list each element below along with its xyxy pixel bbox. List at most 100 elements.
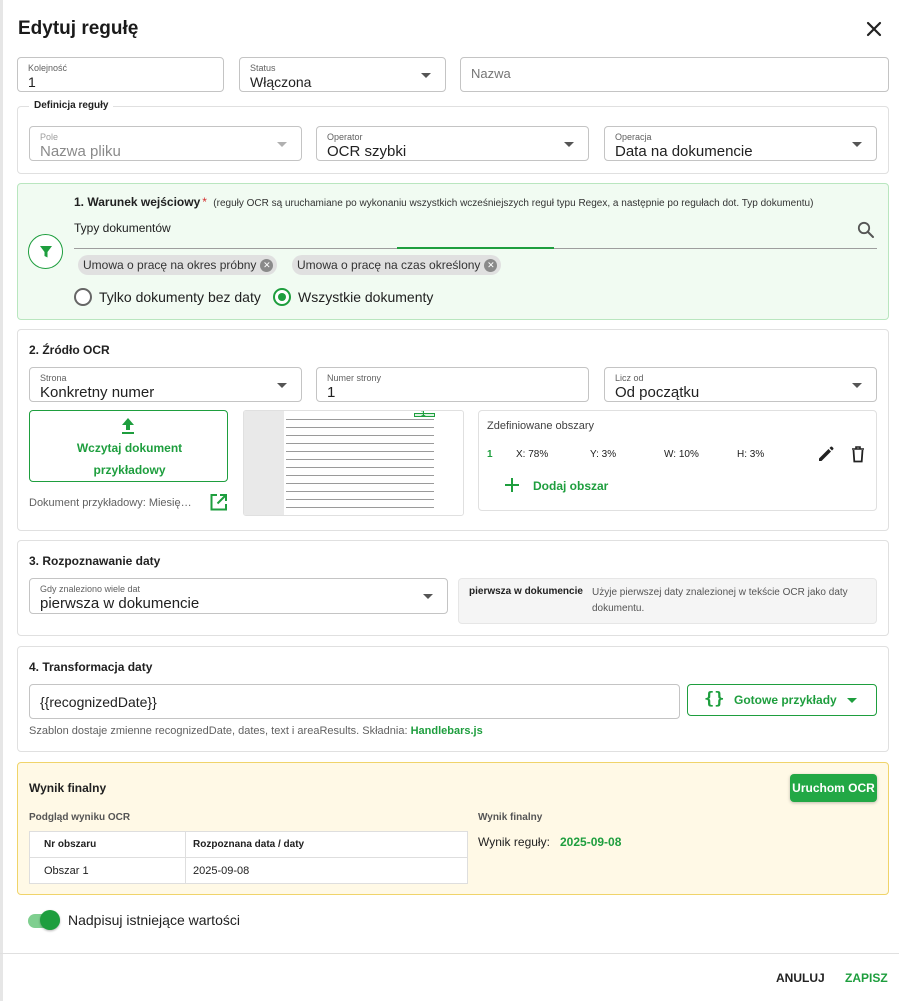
rule-result-label: Wynik reguły:: [478, 835, 550, 849]
definition-legend: Definicja reguły: [29, 100, 114, 111]
overwrite-switch[interactable]: [28, 910, 62, 930]
cancel-button[interactable]: ANULUJ: [776, 971, 825, 985]
chevron-down-icon: [847, 698, 857, 703]
chevron-down-icon: [852, 383, 862, 388]
ready-examples-button[interactable]: {} Gotowe przykłady: [687, 684, 877, 716]
radio-only-without-date[interactable]: [74, 288, 92, 306]
preview-area-marker: 1: [421, 410, 426, 418]
status-label: Status: [250, 63, 276, 73]
field-value: Nazwa pliku: [40, 143, 121, 160]
document-preview[interactable]: 1: [243, 410, 464, 516]
chevron-down-icon: [421, 73, 431, 78]
chevron-down-icon: [423, 594, 433, 599]
handlebars-link[interactable]: Handlebars.js: [411, 725, 483, 737]
preview-text-lines: [286, 419, 434, 509]
preview-margin: [244, 411, 284, 515]
page-number-input[interactable]: Numer strony 1: [316, 367, 589, 402]
multiple-dates-label: Gdy znaleziono wiele dat: [40, 584, 141, 594]
add-area-button[interactable]: Dodaj obszar: [533, 479, 608, 493]
count-from-value: Od początku: [615, 384, 700, 401]
document-types-focus-line: [397, 247, 554, 249]
chip-document-type[interactable]: Umowa o pracę na okres próbny ✕: [78, 255, 278, 275]
field-label: Pole: [40, 132, 59, 142]
pencil-icon[interactable]: [816, 444, 836, 464]
chip-remove-icon[interactable]: ✕: [260, 258, 274, 272]
save-button[interactable]: ZAPISZ: [845, 971, 888, 985]
page-number-label: Numer strony: [327, 373, 382, 383]
operation-value: Data na dokumencie: [615, 143, 753, 160]
filter-icon: [28, 234, 63, 269]
sample-document-name: Dokument przykładowy: Miesię…: [29, 497, 192, 509]
final-result-subtitle: Wynik finalny: [478, 812, 543, 823]
template-input[interactable]: {{recognizedDate}}: [29, 684, 680, 719]
multiple-dates-select[interactable]: Gdy znaleziono wiele dat pierwsza w doku…: [29, 578, 448, 614]
transformation-title: 4. Transformacja daty: [29, 660, 153, 674]
operator-value: OCR szybki: [327, 143, 407, 160]
template-hint: Szablon dostaje zmienne recognizedDate, …: [29, 725, 483, 737]
trash-icon[interactable]: [849, 444, 867, 464]
area-h: H: 3%: [737, 449, 765, 460]
area-x: X: 78%: [516, 449, 549, 460]
table-header-row: Nr obszaru Rozpoznana data / daty: [29, 831, 468, 858]
chip-label: Umowa o pracę na czas określony: [297, 258, 481, 272]
page-number-value: 1: [327, 384, 336, 401]
chevron-down-icon: [564, 142, 574, 147]
preview-page: [284, 411, 436, 515]
name-input[interactable]: Nazwa: [460, 57, 889, 92]
entry-condition-header: 1. Warunek wejściowy * (reguły OCR są uru…: [74, 195, 813, 209]
required-mark: *: [202, 195, 207, 209]
chevron-down-icon: [277, 142, 287, 147]
switch-thumb: [40, 910, 60, 930]
chip-remove-icon[interactable]: ✕: [484, 258, 498, 272]
table-header: Nr obszaru: [29, 831, 186, 858]
upload-sample-button[interactable]: Wczytaj dokument przykładowy: [29, 410, 228, 482]
page-value: Konkretny numer: [40, 384, 155, 401]
name-placeholder: Nazwa: [471, 66, 511, 81]
close-icon[interactable]: [863, 18, 885, 40]
operator-select[interactable]: Operator OCR szybki: [316, 126, 589, 161]
count-from-select[interactable]: Licz od Od początku: [604, 367, 877, 402]
upload-sample-label: Wczytaj dokument przykładowy: [76, 441, 183, 477]
run-ocr-button[interactable]: Uruchom OCR: [790, 774, 877, 802]
search-icon[interactable]: [857, 221, 875, 239]
chip-label: Umowa o pracę na okres próbny: [83, 258, 257, 272]
order-label: Kolejność: [28, 63, 68, 73]
chip-document-type[interactable]: Umowa o pracę na czas określony ✕: [292, 255, 502, 275]
overwrite-label: Nadpisuj istniejące wartości: [68, 912, 240, 928]
backdrop-edge: [0, 0, 3, 1001]
field-select: Pole Nazwa pliku: [29, 126, 302, 161]
rule-result-value: 2025-09-08: [560, 835, 622, 849]
multiple-dates-value: pierwsza w dokumencie: [40, 595, 200, 612]
ocr-source-title: 2. Źródło OCR: [29, 343, 110, 357]
radio-all-documents[interactable]: [273, 288, 291, 306]
defined-areas-title: Zdefiniowane obszary: [487, 420, 595, 432]
status-select[interactable]: Status Włączona: [239, 57, 446, 92]
date-strategy-info-text: Użyje pierwszej daty znalezionej w tekśc…: [592, 587, 848, 614]
open-in-new-icon[interactable]: [209, 493, 228, 512]
order-field[interactable]: Kolejność 1: [17, 57, 224, 92]
page-select[interactable]: Strona Konkretny numer: [29, 367, 302, 402]
entry-condition-title: 1. Warunek wejściowy: [74, 195, 201, 209]
area-w: W: 10%: [664, 449, 699, 460]
page-label: Strona: [40, 373, 67, 383]
radio-label: Tylko dokumenty bez daty: [99, 289, 261, 305]
table-cell: Obszar 1: [29, 857, 186, 884]
plus-icon[interactable]: [502, 476, 522, 494]
date-recognition-title: 3. Rozpoznawanie daty: [29, 554, 161, 568]
template-hint-text: Szablon dostaje zmienne recognizedDate, …: [29, 725, 408, 737]
chevron-down-icon: [852, 142, 862, 147]
chevron-down-icon: [277, 383, 287, 388]
final-result-title: Wynik finalny: [29, 781, 107, 795]
document-types-label: Typy dokumentów: [74, 221, 171, 235]
date-strategy-info-title: pierwsza w dokumencie: [469, 586, 583, 597]
operation-select[interactable]: Operacja Data na dokumencie: [604, 126, 877, 161]
area-id: 1: [487, 449, 493, 460]
order-value: 1: [28, 74, 36, 90]
dialog-title: Edytuj regułę: [18, 18, 139, 39]
ocr-preview-title: Podgląd wyniku OCR: [29, 812, 131, 823]
code-braces-icon: {}: [704, 689, 725, 709]
operation-label: Operacja: [615, 132, 652, 142]
radio-label: Wszystkie dokumenty: [298, 289, 434, 305]
area-y: Y: 3%: [590, 449, 617, 460]
footer-divider: [0, 953, 899, 954]
